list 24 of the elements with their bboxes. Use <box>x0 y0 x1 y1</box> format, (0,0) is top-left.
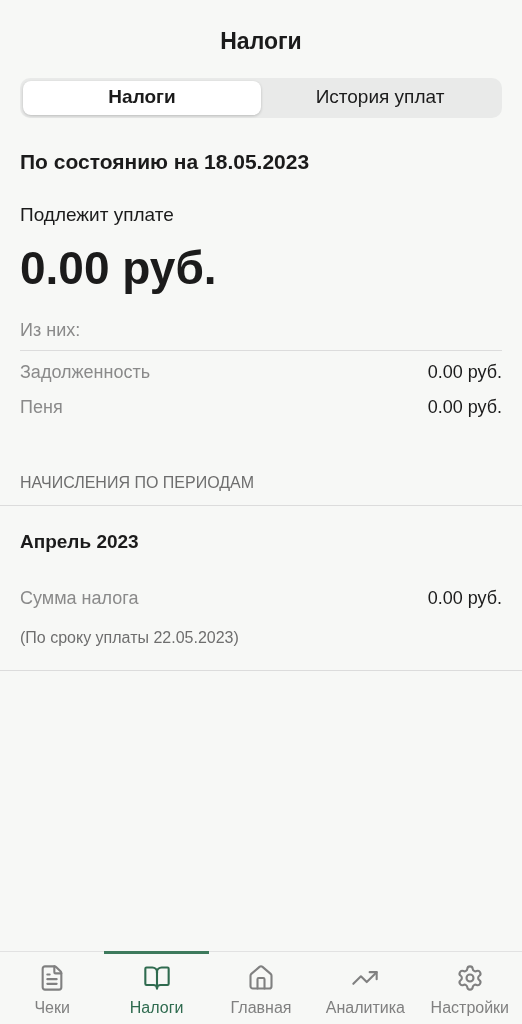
due-amount: 0.00 руб. <box>20 240 218 296</box>
nav-item[interactable]: Налоги <box>104 951 209 1024</box>
book-icon <box>142 964 171 992</box>
period-title: Апрель 2023 <box>20 530 140 554</box>
due-label: Подлежит уплате <box>20 203 175 227</box>
settings-icon <box>455 964 484 992</box>
tax-amount-label: Сумма налога <box>20 586 139 610</box>
due-date-note: (По сроку уплаты 22.05.2023) <box>20 627 240 648</box>
breakdown-label: Задолженность <box>20 361 151 384</box>
section-header: НАЧИСЛЕНИЯ ПО ПЕРИОДАМ <box>0 471 522 506</box>
nav-item[interactable]: Главная <box>208 951 314 1024</box>
page-title: Налоги <box>220 27 302 56</box>
home-icon <box>247 964 275 992</box>
status-date: По состоянию на 18.05.2023 <box>20 148 311 175</box>
breakdown-value: 0.00 руб. <box>427 396 502 419</box>
breakdown-label: Из них: <box>20 317 502 351</box>
tab[interactable]: История уплат <box>261 80 499 115</box>
tab[interactable]: Налоги <box>23 80 261 115</box>
nav-item[interactable]: Чеки <box>0 951 105 1024</box>
breakdown-value: 0.00 руб. <box>427 361 502 384</box>
nav-item[interactable]: Аналитика <box>313 951 418 1024</box>
tax-amount-value: 0.00 руб. <box>427 586 502 610</box>
nav-item[interactable]: Настройки <box>417 951 522 1024</box>
breakdown-label: Пеня <box>20 396 63 419</box>
